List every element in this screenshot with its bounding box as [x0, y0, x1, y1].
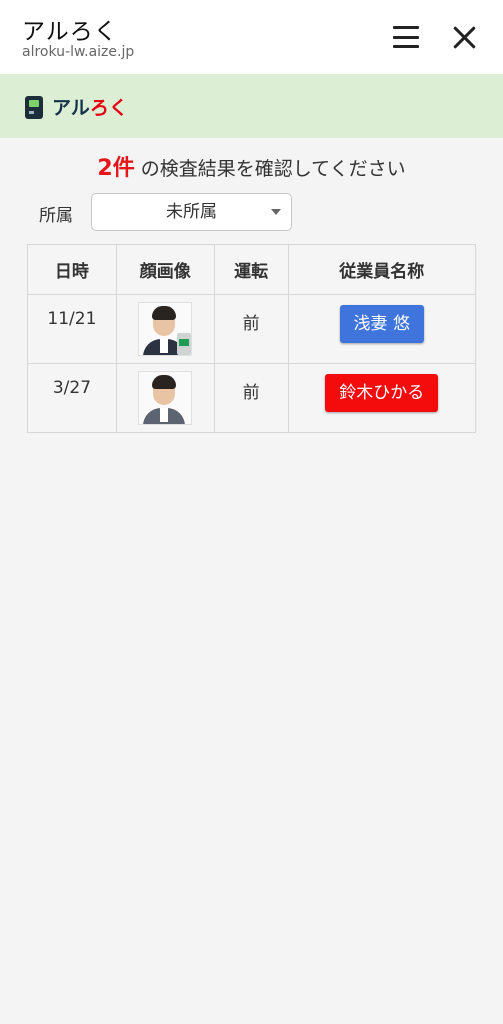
header-driving: 運転 [213, 244, 289, 295]
url-text: alroku-lw.aize.jp [22, 44, 135, 60]
row-date: 3/27 [27, 363, 117, 433]
close-icon[interactable] [449, 22, 479, 52]
header-employee-name: 従業員名称 [287, 244, 476, 295]
row-name-cell: 浅妻 悠 [287, 294, 476, 364]
dropdown-arrow-icon [271, 209, 281, 215]
top-bar: アルろく alroku-lw.aize.jp [0, 0, 503, 74]
employee-name-button[interactable]: 鈴木ひかる [325, 374, 439, 412]
row-face-cell [115, 363, 215, 433]
department-select-value: 未所属 [166, 202, 217, 222]
table-row: 11/21 前 浅妻 悠 [27, 294, 476, 364]
department-select[interactable]: 未所属 [91, 193, 292, 231]
results-table: 日時 顔画像 運転 従業員名称 11/21 前 浅妻 悠 3/27 前 鈴木ひか… [27, 244, 476, 433]
employee-name-button[interactable]: 浅妻 悠 [339, 305, 424, 343]
brand-logo: アルろく [52, 93, 128, 120]
filter-label: 所属 [39, 206, 73, 226]
face-photo[interactable] [138, 302, 193, 356]
result-count: 2件 [97, 156, 135, 181]
row-drive: 前 [213, 294, 289, 364]
page-heading: 2件 の検査結果を確認してください [0, 150, 503, 182]
menu-icon[interactable] [391, 24, 421, 50]
window-title: アルろく [22, 19, 118, 45]
heading-text: の検査結果を確認してください [134, 158, 406, 180]
brand-name-part1: アル [52, 97, 90, 119]
header-face-image: 顔画像 [115, 244, 215, 295]
brand-name-part2: ろく [89, 97, 128, 119]
table-header-row: 日時 顔画像 運転 従業員名称 [27, 244, 476, 295]
header-date: 日時 [27, 244, 117, 295]
face-photo[interactable] [138, 371, 193, 425]
breathalyzer-device-icon [177, 333, 192, 355]
row-name-cell: 鈴木ひかる [287, 363, 476, 433]
row-face-cell [115, 294, 215, 364]
table-row: 3/27 前 鈴木ひかる [27, 363, 476, 433]
phone-device-icon [25, 96, 43, 119]
row-date: 11/21 [27, 294, 117, 364]
row-drive: 前 [213, 363, 289, 433]
